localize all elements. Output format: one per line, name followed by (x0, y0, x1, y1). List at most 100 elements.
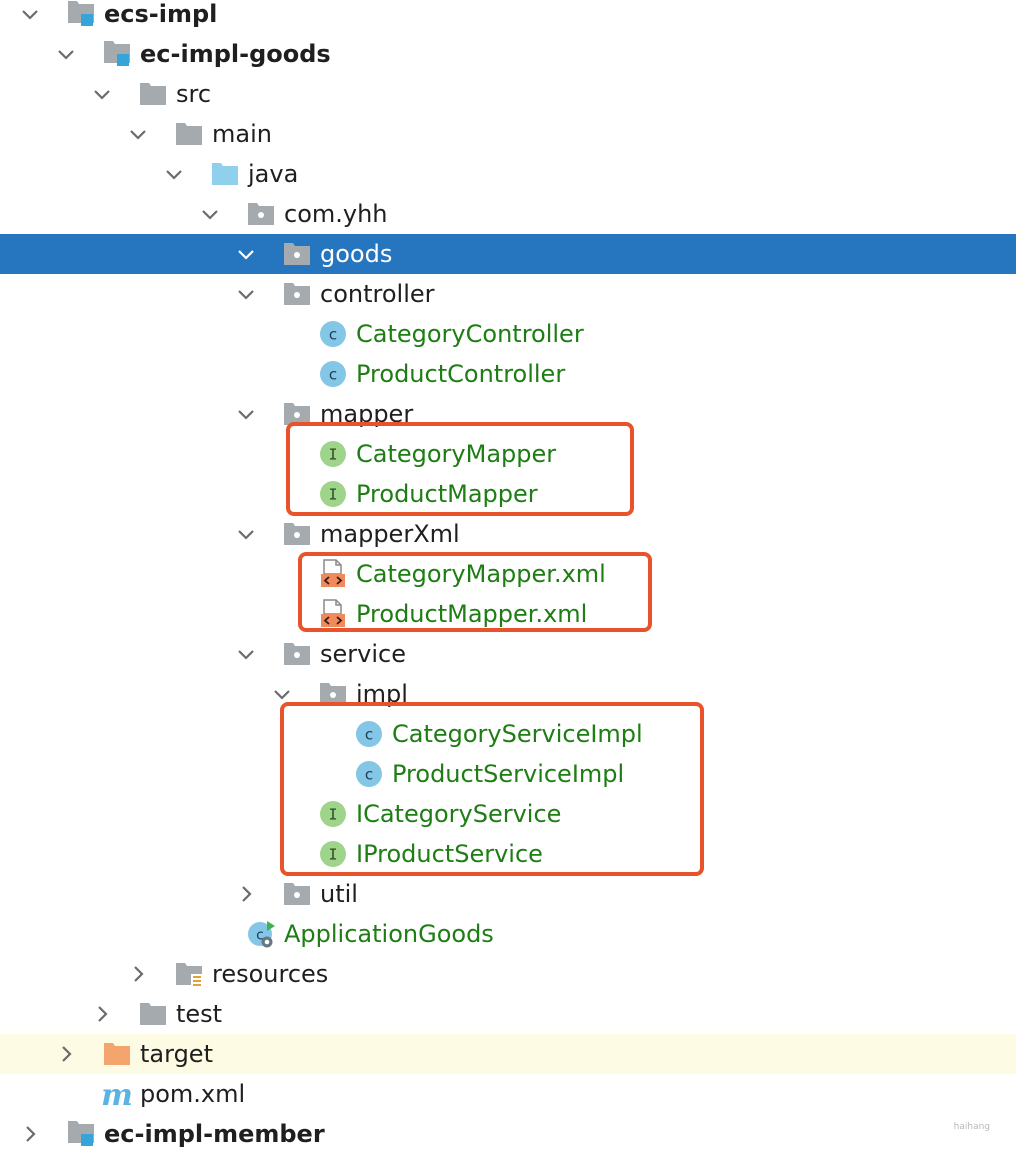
tree-item-label: ApplicationGoods (284, 920, 494, 948)
tree-item-productmapper-xml[interactable]: ProductMapper.xml (0, 594, 1016, 634)
tree-item-categorycontroller[interactable]: c CategoryController (0, 314, 1016, 354)
tree-item-label: CategoryServiceImpl (392, 720, 643, 748)
tree-item-label: target (140, 1040, 213, 1068)
tree-item-applicationgoods[interactable]: c ApplicationGoods (0, 914, 1016, 954)
package-icon (282, 279, 312, 309)
svg-text:I: I (328, 446, 337, 464)
chevron-down-icon[interactable] (128, 124, 148, 144)
tree-item-src[interactable]: src (0, 74, 1016, 114)
tree-item-java[interactable]: java (0, 154, 1016, 194)
watermark: haihang (953, 1122, 990, 1132)
svg-text:I: I (328, 486, 337, 504)
package-icon (246, 199, 276, 229)
tree-item-ec-impl-goods[interactable]: ec-impl-goods (0, 34, 1016, 74)
xml-file-icon (318, 599, 348, 629)
tree-item-label: impl (356, 680, 408, 708)
tree-item-label: resources (212, 960, 329, 988)
tree-item-label: ec-impl-member (104, 1120, 325, 1148)
class-icon: c (354, 759, 384, 789)
tree-item-label: goods (320, 240, 393, 268)
tree-item-label: util (320, 880, 358, 908)
tree-item-goods[interactable]: goods (0, 234, 1016, 274)
folder-icon (174, 119, 204, 149)
chevron-down-icon[interactable] (236, 284, 256, 304)
tree-item-label: java (248, 160, 299, 188)
tree-item-com-yhh[interactable]: com.yhh (0, 194, 1016, 234)
tree-item-categorymapper[interactable]: I CategoryMapper (0, 434, 1016, 474)
package-icon (282, 519, 312, 549)
tree-item-label: mapper (320, 400, 414, 428)
module-folder-icon (66, 0, 96, 29)
tree-item-categorymapper-xml[interactable]: CategoryMapper.xml (0, 554, 1016, 594)
tree-item-productmapper[interactable]: I ProductMapper (0, 474, 1016, 514)
package-icon (282, 399, 312, 429)
tree-item-mapperxml[interactable]: mapperXml (0, 514, 1016, 554)
chevron-right-icon[interactable] (20, 1124, 40, 1144)
chevron-down-icon[interactable] (92, 84, 112, 104)
svg-text:c: c (365, 766, 373, 784)
chevron-right-icon[interactable] (56, 1044, 76, 1064)
tree-item-target[interactable]: target (0, 1034, 1016, 1074)
package-icon (318, 679, 348, 709)
chevron-right-icon[interactable] (128, 964, 148, 984)
tree-item-ecs-impl[interactable]: ecs-impl (0, 0, 1016, 34)
class-icon: c (318, 359, 348, 389)
chevron-down-icon[interactable] (236, 244, 256, 264)
xml-file-icon (318, 559, 348, 589)
interface-icon: I (318, 439, 348, 469)
chevron-right-icon[interactable] (92, 1004, 112, 1024)
excluded-folder-icon (102, 1039, 132, 1069)
svg-text:c: c (365, 726, 373, 744)
tree-item-resources[interactable]: resources (0, 954, 1016, 994)
chevron-down-icon[interactable] (236, 404, 256, 424)
tree-item-label: com.yhh (284, 200, 388, 228)
chevron-down-icon[interactable] (236, 644, 256, 664)
class-icon: c (354, 719, 384, 749)
interface-icon: I (318, 799, 348, 829)
tree-item-test[interactable]: test (0, 994, 1016, 1034)
tree-item-controller[interactable]: controller (0, 274, 1016, 314)
tree-item-main[interactable]: main (0, 114, 1016, 154)
tree-item-ec-impl-member[interactable]: ec-impl-member (0, 1114, 1016, 1154)
tree-item-label: ProductMapper (356, 480, 538, 508)
tree-item-icategoryservice[interactable]: I ICategoryService (0, 794, 1016, 834)
tree-item-productserviceimpl[interactable]: c ProductServiceImpl (0, 754, 1016, 794)
tree-item-label: main (212, 120, 272, 148)
tree-item-label: ProductServiceImpl (392, 760, 625, 788)
tree-item-impl[interactable]: impl (0, 674, 1016, 714)
tree-item-label: ec-impl-goods (140, 40, 331, 68)
package-icon (282, 639, 312, 669)
tree-item-label: service (320, 640, 406, 668)
chevron-down-icon[interactable] (272, 684, 292, 704)
package-icon (282, 239, 312, 269)
chevron-down-icon[interactable] (164, 164, 184, 184)
chevron-down-icon[interactable] (20, 4, 40, 24)
tree-item-pom-xml[interactable]: m pom.xml (0, 1074, 1016, 1114)
tree-item-iproductservice[interactable]: I IProductService (0, 834, 1016, 874)
project-tree: ecs-impl ec-impl-goods src main java com.yhh g… (0, 0, 1016, 1148)
tree-item-productcontroller[interactable]: c ProductController (0, 354, 1016, 394)
class-icon: c (318, 319, 348, 349)
tree-item-categoryserviceimpl[interactable]: c CategoryServiceImpl (0, 714, 1016, 754)
svg-text:c: c (329, 326, 337, 344)
tree-item-label: mapperXml (320, 520, 460, 548)
interface-icon: I (318, 479, 348, 509)
tree-item-mapper[interactable]: mapper (0, 394, 1016, 434)
tree-item-util[interactable]: util (0, 874, 1016, 914)
tree-item-label: ICategoryService (356, 800, 562, 828)
package-icon (282, 879, 312, 909)
chevron-down-icon[interactable] (56, 44, 76, 64)
module-folder-icon (102, 39, 132, 69)
chevron-down-icon[interactable] (200, 204, 220, 224)
tree-item-label: controller (320, 280, 435, 308)
tree-item-label: pom.xml (140, 1080, 246, 1108)
tree-item-label: ProductController (356, 360, 566, 388)
source-folder-icon (210, 159, 240, 189)
tree-item-label: CategoryMapper.xml (356, 560, 606, 588)
svg-text:m: m (102, 1079, 132, 1109)
chevron-right-icon[interactable] (236, 884, 256, 904)
chevron-down-icon[interactable] (236, 524, 256, 544)
tree-item-label: ProductMapper.xml (356, 600, 588, 628)
tree-item-label: IProductService (356, 840, 543, 868)
tree-item-service[interactable]: service (0, 634, 1016, 674)
